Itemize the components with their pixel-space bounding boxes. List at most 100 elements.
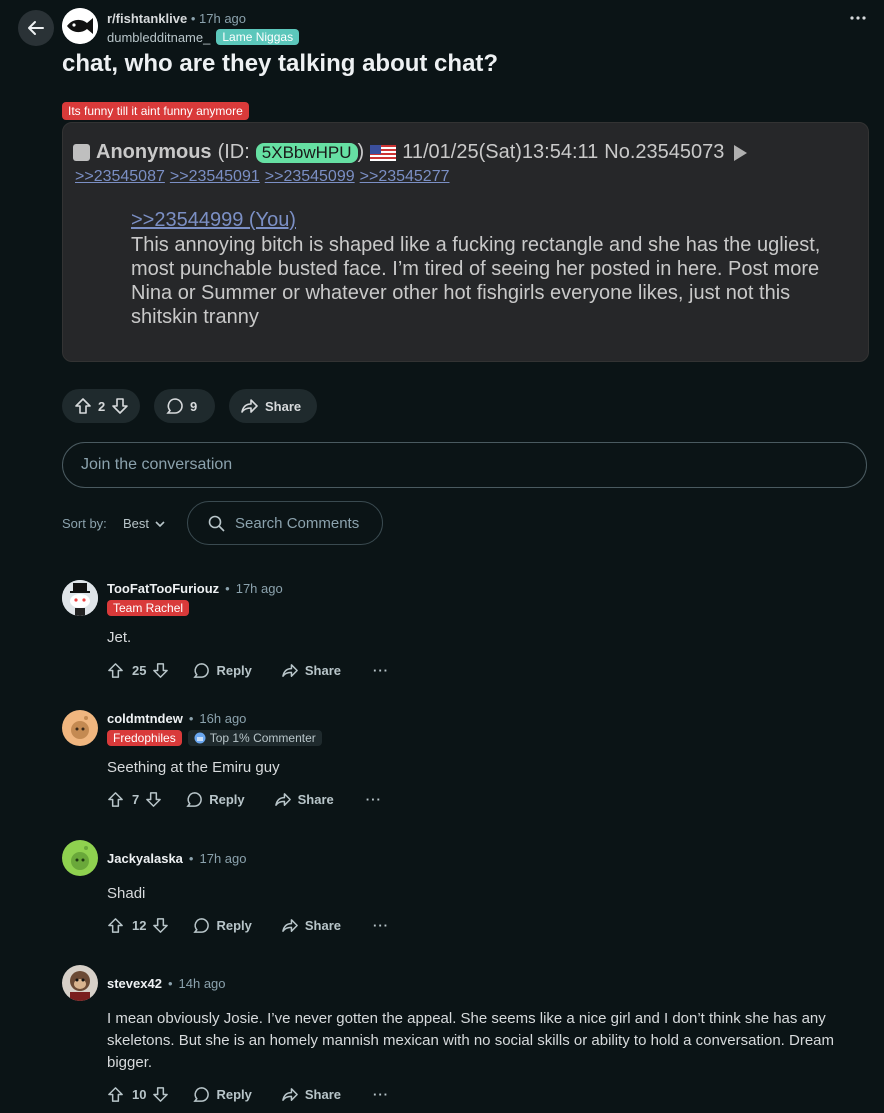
embed-reply-links: >>23545087 >>23545091 >>23545099 >>23545… bbox=[75, 168, 450, 186]
comment-actions: 7 Reply Share ··· bbox=[107, 791, 382, 808]
post-image[interactable]: Anonymous (ID: 5XBbwHPU) 11/01/25(Sat)13… bbox=[62, 122, 869, 362]
author-line: dumbledditname_ Lame Niggas bbox=[107, 29, 300, 45]
comment-author[interactable]: stevex42 bbox=[107, 976, 162, 991]
comment-time: 14h ago bbox=[178, 976, 226, 991]
more-options-button[interactable] bbox=[850, 16, 866, 20]
share-arrow-icon bbox=[241, 399, 258, 413]
comment-actions: 12 Reply Share ··· bbox=[107, 917, 389, 934]
comment-vote-count: 10 bbox=[132, 1087, 147, 1102]
subreddit-line: r/fishtanklive • 17h ago bbox=[107, 11, 246, 26]
share-button[interactable]: Share bbox=[229, 389, 317, 423]
snoo-avatar-icon bbox=[62, 840, 98, 876]
downvote-button[interactable] bbox=[152, 662, 169, 679]
share-label: Share bbox=[304, 1087, 342, 1102]
more-options-button[interactable]: ··· bbox=[373, 663, 389, 678]
downvote-icon bbox=[153, 663, 169, 678]
comment-bubble-icon bbox=[166, 398, 183, 414]
embed-poster-name: Anonymous bbox=[96, 141, 212, 163]
more-horizontal-icon bbox=[850, 16, 866, 20]
comment-author[interactable]: TooFatTooFuriouz bbox=[107, 581, 219, 596]
comment-bubble-icon bbox=[193, 1087, 210, 1102]
comment-author[interactable]: coldmtndew bbox=[107, 711, 183, 726]
comment-meta: coldmtndew • 16h ago bbox=[107, 711, 246, 726]
separator: • bbox=[167, 976, 173, 991]
subreddit-name[interactable]: r/fishtanklive bbox=[107, 11, 187, 26]
comment-meta: stevex42 • 14h ago bbox=[107, 976, 226, 991]
monkey-avatar-icon bbox=[62, 965, 98, 1001]
post-vote-count: 2 bbox=[98, 398, 106, 414]
upvote-button[interactable] bbox=[107, 917, 124, 934]
embed-reply-link: >>23545087 bbox=[75, 168, 165, 185]
share-label: Share bbox=[265, 398, 302, 414]
share-arrow-icon bbox=[282, 1088, 298, 1101]
sort-label: Sort by: bbox=[62, 516, 107, 531]
downvote-icon bbox=[112, 398, 129, 414]
comments-button[interactable]: 9 bbox=[154, 389, 215, 423]
search-icon bbox=[208, 515, 225, 532]
more-options-button[interactable]: ··· bbox=[373, 918, 389, 933]
avatar[interactable] bbox=[62, 710, 98, 746]
embed-datetime: 11/01/25(Sat)13:54:11 bbox=[402, 141, 599, 163]
comment-time: 17h ago bbox=[199, 851, 247, 866]
post-title: chat, who are they talking about chat? bbox=[62, 50, 499, 77]
avatar[interactable] bbox=[62, 580, 98, 616]
downvote-button[interactable] bbox=[145, 791, 162, 808]
reply-button[interactable]: Reply bbox=[193, 917, 252, 934]
search-comments-input[interactable]: Search Comments bbox=[187, 501, 383, 545]
embed-post-number: No.23545073 bbox=[604, 141, 725, 163]
separator: • bbox=[188, 711, 194, 726]
share-button[interactable]: Share bbox=[282, 1086, 341, 1103]
join-conversation-input[interactable]: Join the conversation bbox=[62, 442, 867, 488]
more-options-button[interactable]: ··· bbox=[366, 792, 382, 807]
downvote-button[interactable] bbox=[111, 397, 129, 415]
post-flair[interactable]: Its funny till it aint funny anymore bbox=[62, 102, 249, 120]
top-commenter-icon bbox=[194, 732, 206, 744]
avatar[interactable] bbox=[62, 965, 98, 1001]
user-flair: Lame Niggas bbox=[216, 29, 300, 45]
separator: • bbox=[188, 851, 194, 866]
downvote-icon bbox=[153, 918, 169, 933]
embed-quote-link: >>23544999 (You) bbox=[131, 209, 296, 231]
sort-dropdown[interactable]: Best bbox=[123, 516, 165, 531]
upvote-button[interactable] bbox=[107, 1086, 124, 1103]
downvote-button[interactable] bbox=[152, 1086, 169, 1103]
comment-meta: Jackyalaska • 17h ago bbox=[107, 851, 246, 866]
share-button[interactable]: Share bbox=[282, 917, 341, 934]
share-button[interactable]: Share bbox=[274, 791, 334, 808]
comment-bubble-icon bbox=[193, 663, 210, 678]
comment-vote-count: 7 bbox=[132, 792, 140, 807]
search-placeholder: Search Comments bbox=[235, 514, 360, 532]
upvote-button[interactable] bbox=[74, 397, 92, 415]
more-options-button[interactable]: ··· bbox=[373, 1087, 389, 1102]
comment-vote-count: 12 bbox=[132, 918, 147, 933]
upvote-icon bbox=[108, 1087, 123, 1102]
checkbox-icon bbox=[73, 144, 90, 161]
comment-count: 9 bbox=[190, 398, 198, 414]
upvote-button[interactable] bbox=[107, 791, 124, 808]
embed-poster-id: 5XBbwHPU bbox=[255, 142, 358, 163]
avatar[interactable] bbox=[62, 840, 98, 876]
share-label: Share bbox=[297, 792, 334, 807]
reply-button[interactable]: Reply bbox=[193, 1086, 252, 1103]
reply-label: Reply bbox=[216, 918, 252, 933]
upvote-icon bbox=[75, 398, 91, 414]
post-vote-control: 2 bbox=[62, 389, 140, 423]
author-name[interactable]: dumbledditname_ bbox=[107, 30, 210, 45]
downvote-button[interactable] bbox=[152, 917, 169, 934]
comment-time: 16h ago bbox=[199, 711, 247, 726]
sort-value: Best bbox=[123, 516, 150, 531]
upvote-button[interactable] bbox=[107, 662, 124, 679]
back-button[interactable] bbox=[18, 10, 54, 46]
downvote-icon bbox=[153, 1087, 169, 1102]
share-label: Share bbox=[304, 918, 342, 933]
comment-author[interactable]: Jackyalaska bbox=[107, 851, 183, 866]
embed-body-text: This annoying bitch is shaped like a fuc… bbox=[131, 234, 821, 328]
reply-button[interactable]: Reply bbox=[193, 662, 252, 679]
snoo-tophat-avatar-icon bbox=[62, 580, 98, 616]
share-arrow-icon bbox=[282, 919, 298, 932]
reply-button[interactable]: Reply bbox=[186, 791, 245, 808]
share-button[interactable]: Share bbox=[282, 662, 341, 679]
upvote-icon bbox=[108, 663, 123, 678]
subreddit-avatar[interactable] bbox=[62, 8, 98, 44]
reply-label: Reply bbox=[209, 792, 245, 807]
